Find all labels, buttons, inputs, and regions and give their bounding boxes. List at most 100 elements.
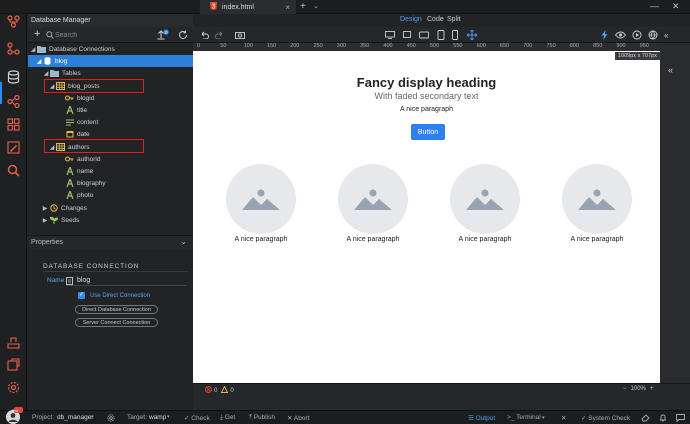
mode-design-tab[interactable]: Design (400, 16, 422, 23)
database-icon[interactable] (6, 69, 21, 84)
zoom-out-button[interactable]: − (623, 386, 627, 392)
image-placeholder-icon (242, 189, 280, 210)
eye-icon[interactable] (614, 31, 627, 41)
terminal-close-icon[interactable]: ✕ (561, 414, 566, 422)
search-input[interactable] (55, 30, 153, 40)
tab-list-chevron-icon[interactable]: ⌄ (313, 2, 319, 10)
publish-icon[interactable] (6, 335, 21, 350)
tree-item-field-name[interactable]: name (28, 165, 193, 177)
get-button[interactable]: ⤓ Get (220, 414, 235, 422)
card-2-image[interactable] (338, 164, 408, 234)
zoom-in-button[interactable]: + (650, 386, 654, 392)
terminal-label: Terminal (516, 414, 541, 421)
terminal-dropdown-icon[interactable]: ▾ (541, 415, 545, 421)
tree-item-tables[interactable]: ◢ Tables (28, 67, 193, 79)
target-dropdown-icon[interactable]: ▾ (167, 414, 170, 420)
direct-database-connection-button[interactable]: Direct Database Connection (75, 305, 158, 314)
close-window-icon[interactable]: ✕ (672, 1, 680, 12)
project-settings-gear-icon[interactable] (107, 414, 115, 424)
ruler-tick-label: 450 (406, 43, 416, 49)
notification-bell-icon[interactable] (659, 414, 667, 424)
tree-item-field-photo[interactable]: photo (28, 189, 193, 201)
expand-triangle-icon[interactable]: ▶ (41, 217, 49, 224)
target-select[interactable]: wamp (149, 414, 166, 421)
card-1-image[interactable] (226, 164, 296, 234)
lightning-icon[interactable] (601, 30, 608, 42)
phone-icon[interactable] (452, 30, 458, 42)
hide-panel-chevrons-icon[interactable]: « (664, 31, 668, 40)
zoom-level[interactable]: 100% (631, 386, 646, 392)
mode-code-tab[interactable]: Code (427, 16, 444, 23)
problems-indicator[interactable]: 0 0 (205, 385, 234, 395)
terminal-tab[interactable]: >_ Terminal ▾ (507, 414, 545, 421)
mode-split-tab[interactable]: Split (447, 16, 461, 23)
tree-item-field-blogid[interactable]: blogid (28, 92, 193, 104)
collapse-triangle-icon[interactable]: ◢ (35, 58, 43, 65)
page-subheading[interactable]: With faded secondary text (193, 91, 660, 101)
system-check-button[interactable]: ✓ System Check (581, 414, 630, 422)
project-dropdown-icon[interactable]: ▾ (91, 414, 94, 420)
tablet-portrait-icon[interactable] (437, 30, 445, 42)
close-tab-icon[interactable]: × (285, 3, 290, 12)
desktop-size-icon[interactable] (385, 31, 395, 41)
refresh-icon[interactable] (178, 30, 188, 42)
collapse-triangle-icon[interactable]: ◢ (42, 70, 50, 77)
error-count: 0 (214, 387, 218, 394)
laptop-size-icon[interactable] (402, 31, 412, 41)
tree-item-changes[interactable]: ▶ Changes (28, 202, 193, 214)
components-icon[interactable] (6, 117, 21, 132)
minimize-icon[interactable]: — (650, 1, 659, 11)
card-3-image[interactable] (450, 164, 520, 234)
tree-item-blog-connection[interactable]: ◢ blog (28, 55, 193, 67)
server-connect-connection-button[interactable]: Server Connect Connection (75, 318, 158, 327)
card-3-caption[interactable]: A nice paragraph (435, 236, 535, 243)
chat-icon[interactable] (676, 414, 685, 424)
project-select[interactable]: db_manager (57, 414, 94, 421)
ruler-tick-label: 850 (593, 43, 603, 49)
tree-item-field-content[interactable]: content (28, 116, 193, 128)
tree-item-seeds[interactable]: ▶ Seeds (28, 214, 193, 226)
eraser-icon[interactable] (641, 414, 650, 424)
tree-item-field-title[interactable]: title (28, 104, 193, 116)
use-direct-checkbox[interactable]: ✓ (78, 292, 85, 299)
tree-item-database-connections[interactable]: ◢ Database Connections (28, 43, 193, 55)
camera-icon[interactable] (235, 31, 245, 41)
globe-icon[interactable] (648, 30, 658, 42)
add-icon[interactable]: + (34, 29, 40, 40)
server-connect-icon[interactable] (6, 94, 21, 109)
preview-icon[interactable] (632, 30, 642, 42)
move-arrows-icon[interactable] (466, 29, 478, 42)
tablet-landscape-icon[interactable] (419, 31, 429, 41)
collapse-triangle-icon[interactable]: ◢ (29, 46, 37, 53)
tree-item-field-biography[interactable]: biography (28, 177, 193, 189)
tab-index-html[interactable]: index.html × (200, 0, 296, 14)
structure-icon[interactable] (6, 14, 21, 29)
new-tab-icon[interactable]: + (300, 1, 306, 12)
name-field[interactable]: blog (66, 276, 187, 286)
history-icon (49, 204, 58, 213)
publish-button[interactable]: ⤒ Publish (249, 414, 275, 422)
page-button[interactable]: Button (411, 124, 445, 140)
abort-button[interactable]: ✕ Abort (287, 414, 309, 422)
expand-panel-chevrons-icon[interactable]: « (668, 65, 673, 75)
tree-item-field-authorid[interactable]: authorid (28, 153, 193, 165)
properties-header[interactable]: Properties ⌄ (28, 235, 193, 249)
expand-triangle-icon[interactable]: ▶ (41, 205, 49, 212)
undo-icon[interactable] (200, 31, 209, 41)
check-button[interactable]: ✓ Check (184, 414, 210, 422)
app-structure-icon[interactable] (6, 41, 21, 56)
style-editor-icon[interactable] (6, 140, 21, 155)
page-heading[interactable]: Fancy display heading (193, 75, 660, 90)
card-4-caption[interactable]: A nice paragraph (547, 236, 647, 243)
redo-icon[interactable] (215, 31, 224, 41)
output-tab[interactable]: ☰ Output (468, 414, 495, 422)
chevron-down-icon[interactable]: ⌄ (180, 235, 187, 249)
page-paragraph[interactable]: A nice paragraph (193, 106, 660, 113)
settings-gear-icon[interactable] (6, 380, 21, 395)
card-4-image[interactable] (562, 164, 632, 234)
extensions-icon[interactable] (6, 357, 21, 372)
card-2-caption[interactable]: A nice paragraph (323, 236, 423, 243)
search-icon[interactable] (6, 163, 21, 178)
card-1-caption[interactable]: A nice paragraph (211, 236, 311, 243)
text-field-icon (65, 179, 74, 188)
